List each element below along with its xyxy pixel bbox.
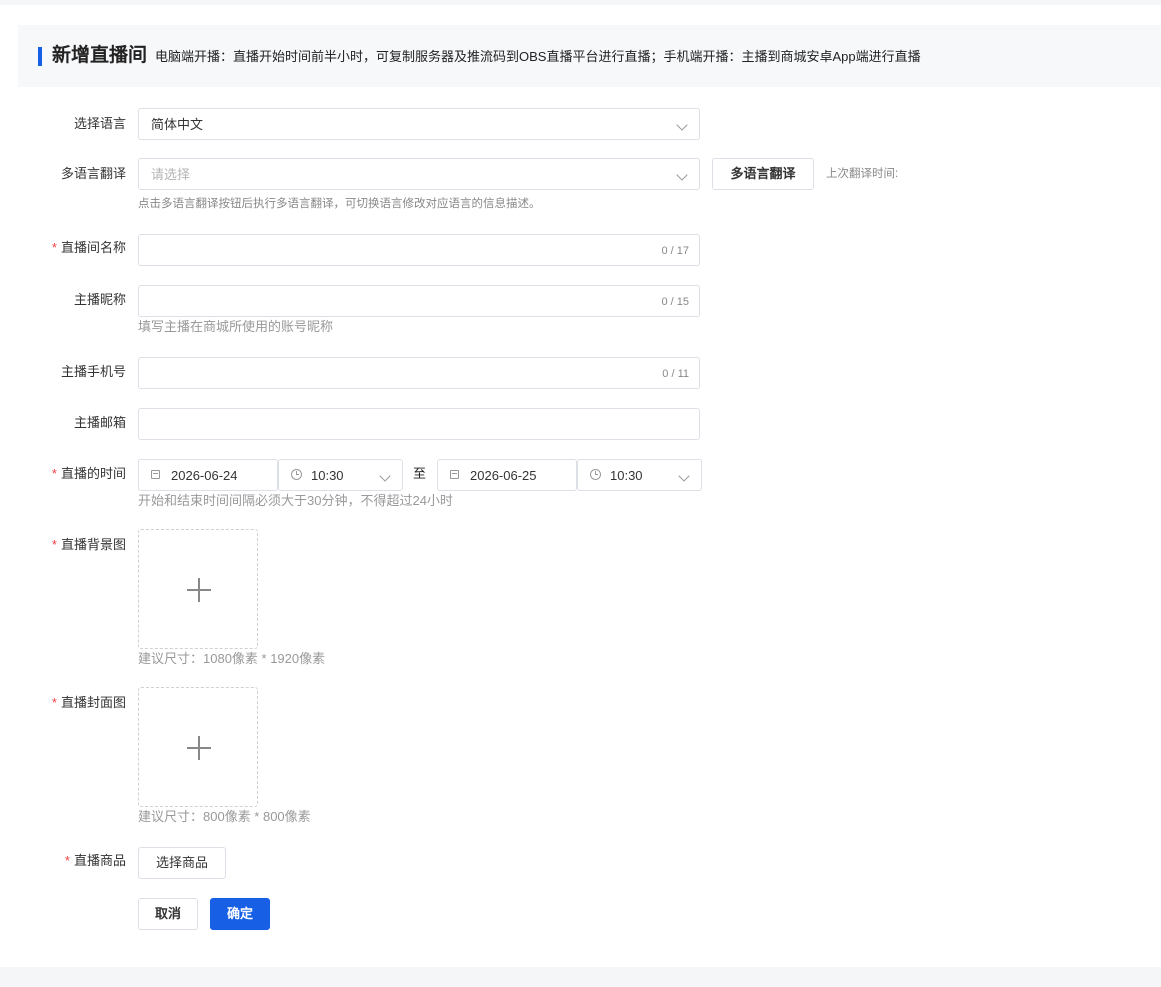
end-time-picker[interactable]: 10:30 <box>577 459 702 491</box>
last-translation-time: 上次翻译时间: <box>826 168 899 180</box>
host-nickname-help: 填写主播在商城所使用的账号昵称 <box>138 319 334 334</box>
bottom-strip <box>0 967 1161 987</box>
start-date-value: 2026-06-24 <box>171 468 238 483</box>
translation-select-placeholder: 请选择 <box>151 167 191 182</box>
top-strip <box>0 0 1161 5</box>
plus-icon-stroke <box>198 736 200 760</box>
host-phone-counter: 0 / 11 <box>662 368 689 380</box>
host-email-input[interactable] <box>138 408 700 440</box>
room-name-counter: 0 / 17 <box>661 245 689 257</box>
background-image-label: * 直播背景图 <box>51 537 126 552</box>
host-phone-label: 主播手机号 <box>60 364 126 379</box>
room-name-input[interactable]: 0 / 17 <box>138 234 700 266</box>
products-label: * 直播商品 <box>64 853 126 868</box>
chevron-down-icon <box>676 119 688 131</box>
page-header: 新增直播间 电脑端开播：直播开始时间前半小时，可复制服务器及推流码到OBS直播平… <box>18 25 1161 87</box>
host-phone-input[interactable]: 0 / 11 <box>138 357 700 389</box>
chevron-down-icon <box>678 470 690 482</box>
clock-icon <box>291 469 302 480</box>
host-email-label: 主播邮箱 <box>73 415 126 430</box>
host-nickname-counter: 0 / 15 <box>661 296 689 308</box>
chevron-down-icon <box>379 470 391 482</box>
background-image-upload[interactable] <box>138 529 258 649</box>
end-date-picker[interactable]: 2026-06-25 <box>437 459 577 491</box>
calendar-icon <box>450 470 459 479</box>
translation-help: 点击多语言翻译按钮后执行多语言翻译，可切换语言修改对应语言的信息描述。 <box>138 198 541 210</box>
end-time-value: 10:30 <box>610 468 643 483</box>
live-time-help: 开始和结束时间间隔必须大于30分钟，不得超过24小时 <box>138 493 453 508</box>
start-date-picker[interactable]: 2026-06-24 <box>138 459 278 491</box>
language-select[interactable]: 简体中文 <box>138 108 700 140</box>
title-accent-bar <box>38 47 42 66</box>
language-label: 选择语言 <box>73 116 126 131</box>
page-title: 新增直播间 <box>52 45 148 66</box>
translation-select[interactable]: 请选择 <box>138 158 700 190</box>
plus-icon-stroke <box>198 578 200 602</box>
cover-image-help: 建议尺寸：800像素 * 800像素 <box>138 809 311 824</box>
translate-button[interactable]: 多语言翻译 <box>712 158 814 190</box>
chevron-down-icon <box>676 169 688 181</box>
host-nickname-label: 主播昵称 <box>73 292 126 307</box>
language-select-value: 简体中文 <box>151 117 204 132</box>
end-date-value: 2026-06-25 <box>470 468 537 483</box>
translation-label: 多语言翻译 <box>60 166 126 181</box>
select-products-button[interactable]: 选择商品 <box>138 847 226 879</box>
cover-image-upload[interactable] <box>138 687 258 807</box>
host-nickname-input[interactable]: 0 / 15 <box>138 285 700 317</box>
room-name-label: * 直播间名称 <box>51 240 126 255</box>
calendar-icon <box>151 470 160 479</box>
start-time-value: 10:30 <box>311 468 344 483</box>
confirm-button[interactable]: 确定 <box>210 898 270 930</box>
start-time-picker[interactable]: 10:30 <box>278 459 403 491</box>
clock-icon <box>590 469 601 480</box>
background-image-help: 建议尺寸：1080像素 * 1920像素 <box>138 651 326 666</box>
live-time-label: * 直播的时间 <box>51 466 126 481</box>
date-range-separator: 至 <box>413 466 427 481</box>
cancel-button[interactable]: 取消 <box>138 898 198 930</box>
page-description: 电脑端开播：直播开始时间前半小时，可复制服务器及推流码到OBS直播平台进行直播；… <box>155 49 921 64</box>
cover-image-label: * 直播封面图 <box>51 695 126 710</box>
